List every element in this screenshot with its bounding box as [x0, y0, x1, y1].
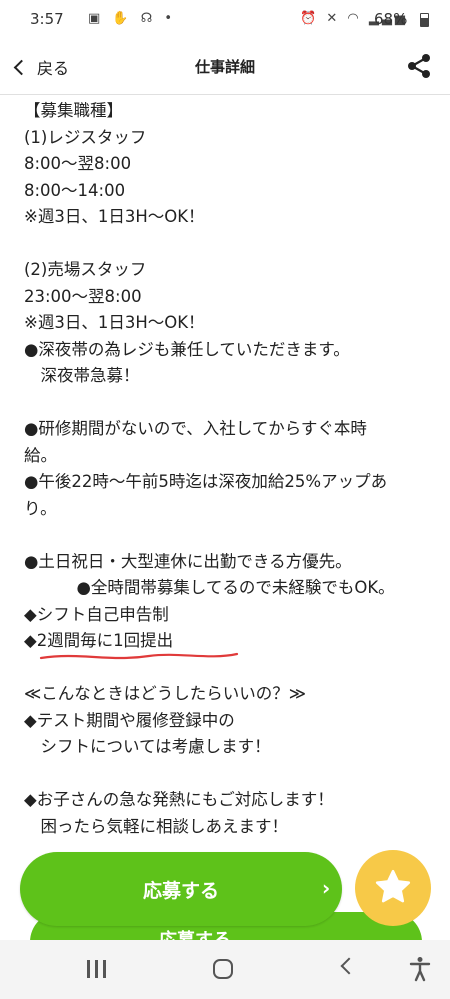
- text-line: (1)レジスタッフ: [24, 127, 147, 147]
- text-line: 23:00〜翌8:00: [24, 286, 142, 306]
- recents-icon[interactable]: [87, 960, 107, 978]
- text-line: り。: [24, 498, 57, 518]
- apply-button[interactable]: 応募する ›: [20, 852, 342, 926]
- battery-icon: [420, 13, 429, 27]
- favorite-button[interactable]: [355, 850, 431, 926]
- text-line: 8:00〜翌8:00: [24, 154, 132, 173]
- text-line: ●午後22時〜午前5時迄は深夜加給25%アップあ: [24, 472, 388, 491]
- text-line: 給。: [24, 445, 57, 465]
- text-line: 【募集職種】: [24, 101, 123, 120]
- job-description: 【募集職種】 (1)レジスタッフ 8:00〜翌8:00 8:00〜14:00 ※…: [24, 98, 424, 840]
- status-time: 3:57: [30, 10, 64, 28]
- text-line: ≪こんなときはどうしたらいいの？≫: [24, 684, 307, 703]
- chevron-right-icon: ›: [322, 876, 331, 900]
- text-line: ●研修期間がないので、入社してからすぐ本時: [24, 419, 367, 438]
- text-line: [24, 390, 424, 417]
- notification-icons: ▣ ✋ ☊ •: [88, 11, 177, 26]
- text-line: [24, 761, 424, 788]
- star-icon: [375, 869, 411, 903]
- text-line: ※週3日、1日3H〜OK！: [24, 313, 205, 332]
- text-line: (2)売場スタッフ: [24, 260, 147, 279]
- home-icon[interactable]: [213, 959, 233, 979]
- text-line: ※週3日、1日3H〜OK！: [24, 207, 205, 226]
- text-line: ●深夜帯の為レジも兼任していただきます。: [24, 339, 350, 359]
- text-line: 8:00〜14:00: [24, 180, 126, 200]
- text-line: 深夜帯急募！: [24, 366, 140, 385]
- share-icon[interactable]: [404, 52, 434, 80]
- text-line: ◆お子さんの急な発熱にもご対応します！: [24, 790, 334, 809]
- underlined-line: ●全時間帯募集してるので未経験でもOK。: [24, 522, 424, 659]
- status-bar: 3:57 ▣ ✋ ☊ • ⏰ ✕ ◠ ▂▃▅ 68%: [0, 0, 450, 40]
- text-line: ●全時間帯募集してるので未経験でもOK。: [76, 578, 395, 597]
- accessibility-icon[interactable]: [408, 956, 432, 982]
- text-line: シフトについては考慮します！: [24, 737, 271, 756]
- page-title: 仕事詳細: [194, 58, 255, 76]
- system-nav-bar: [0, 940, 450, 999]
- app-header: 戻る 仕事詳細: [0, 40, 450, 95]
- apply-label: 応募する: [142, 880, 219, 902]
- battery-level: 68%: [374, 10, 408, 28]
- text-line: [24, 231, 424, 258]
- back-icon[interactable]: [340, 957, 358, 975]
- underlined-text-wrap: ●全時間帯募集してるので未経験でもOK。: [39, 549, 395, 659]
- text-line: ◆テスト期間や履修登録中の: [24, 710, 235, 730]
- text-line: 困ったら気軽に相談しあえます！: [24, 816, 289, 836]
- red-handwritten-underline: [39, 652, 239, 659]
